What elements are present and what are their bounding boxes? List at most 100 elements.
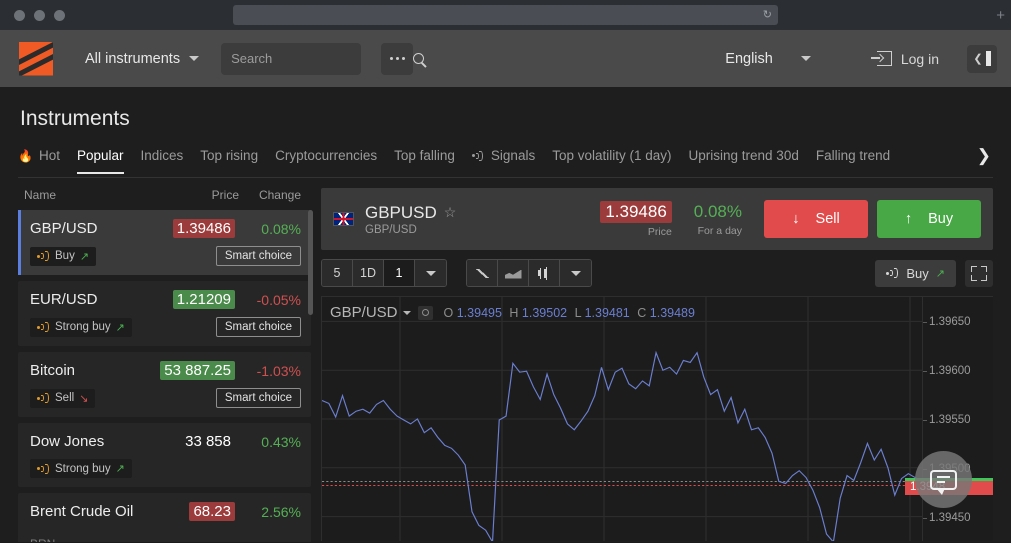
scrollbar-thumb[interactable] [308,210,313,315]
app-header: All instruments English Log in ❮ [0,30,1011,87]
favorite-star-icon[interactable]: ☆ [444,204,457,221]
tab-top-rising[interactable]: Top rising [200,148,275,174]
table-row[interactable]: Brent Crude Oil68.232.56%BRN [18,493,311,542]
fullscreen-icon[interactable] [965,260,993,287]
ohlc-key-h: H [509,306,518,320]
chart-panel: GBPUSD ☆ GBP/USD 1.39486 Price 0.08% For… [321,188,993,542]
area-chart-icon[interactable] [498,260,529,286]
search-box[interactable] [221,43,361,75]
brand-logo[interactable] [19,42,53,76]
tab-label: Signals [491,148,535,163]
tab-hot[interactable]: 🔥Hot [18,148,77,174]
reload-icon[interactable]: ↻ [763,10,772,21]
price-chart[interactable]: GBP/USD O 1.39495 H 1.39502 L 1.39481 C … [321,296,993,541]
chevron-down-icon [403,311,411,315]
signal-badge[interactable]: Buy↗ [30,247,96,266]
collapse-panel-icon[interactable]: ❮ [967,45,997,73]
signal-badge[interactable]: Sell↘ [30,389,95,408]
timeframe-button-5[interactable]: 5 [322,260,353,286]
arrow-up-icon: ↑ [905,211,912,227]
chart-type-more-button[interactable] [560,260,591,286]
chart-gridlines [322,297,922,541]
instrument-list-header: Name Price Change [18,188,311,210]
instrument-list-scrollbar[interactable] [308,210,313,520]
timeframe-more-button[interactable] [415,260,446,286]
eye-icon[interactable] [418,306,433,320]
quote-change: 0.08% [694,202,742,222]
tab-label: Cryptocurrencies [275,148,377,163]
tab-signals[interactable]: Signals [472,148,552,174]
language-label: English [725,51,773,67]
table-row[interactable]: EUR/USD1.21209-0.05%Strong buy↗Smart cho… [18,281,311,346]
price-series-line [322,353,922,541]
buy-button[interactable]: ↑ Buy [877,200,981,238]
chat-bubble-icon[interactable] [915,451,972,508]
timeframe-button-1d[interactable]: 1D [353,260,384,286]
signal-badge[interactable]: Strong buy↗ [30,318,132,337]
chart-ohlc-legend: GBP/USD O 1.39495 H 1.39502 L 1.39481 C … [330,304,695,321]
table-row[interactable]: GBP/USD1.394860.08%Buy↗Smart choice [18,210,311,275]
instrument-name: Brent Crude Oil [30,503,189,520]
tab-label: Top rising [200,148,258,163]
sell-button[interactable]: ↓ Sell [764,200,868,238]
login-button[interactable]: Log in [877,51,939,67]
tab-cryptocurrencies[interactable]: Cryptocurrencies [275,148,394,174]
chart-buy-signal-button[interactable]: Buy ↗ [875,260,956,287]
window-controls[interactable] [0,10,65,21]
y-axis-tick: 1.39650 [929,316,971,328]
ohlc-value-l: 1.39481 [585,306,630,320]
y-axis-tick: 1.39450 [929,512,971,524]
tab-falling-trend[interactable]: Falling trend [816,148,907,174]
tab-indices[interactable]: Indices [141,148,201,174]
chart-plot-area [322,297,922,541]
login-icon [877,51,892,66]
instrument-change: 2.56% [245,504,301,520]
timeframe-button-1[interactable]: 1 [384,260,415,286]
new-tab-icon[interactable]: + [996,8,1005,23]
signal-icon [472,150,485,161]
tab-label: Hot [39,148,60,163]
quote-header: GBPUSD ☆ GBP/USD 1.39486 Price 0.08% For… [321,188,993,250]
tab-uprising-trend-30d[interactable]: Uprising trend 30d [689,148,816,174]
smart-choice-button[interactable]: Smart choice [216,317,301,337]
quote-price-block: 1.39486 Price [600,201,671,238]
chart-type-group [466,259,592,287]
page-title: Instruments [18,87,993,145]
close-window-button[interactable] [14,10,25,21]
login-label: Log in [901,51,939,67]
ohlc-value-o: 1.39495 [457,306,502,320]
signal-badge[interactable]: Strong buy↗ [30,459,132,478]
search-icon[interactable] [413,53,424,64]
line-chart-icon[interactable] [467,260,498,286]
more-options-icon[interactable] [381,43,413,75]
signal-icon [37,251,50,262]
page-body: Instruments 🔥HotPopular IndicesTop rising… [0,87,1011,178]
chart-symbol-dropdown[interactable]: GBP/USD [330,304,411,321]
smart-choice-button[interactable]: Smart choice [216,246,301,266]
smart-choice-button[interactable]: Smart choice [216,388,301,408]
tab-popular[interactable]: Popular [77,148,141,174]
ohlc-values: O 1.39495 H 1.39502 L 1.39481 C 1.39489 [440,306,695,320]
signal-icon [886,268,899,279]
maximize-window-button[interactable] [54,10,65,21]
tabs-next-button[interactable]: ❯ [969,146,993,176]
browser-url-bar[interactable]: ↻ [233,5,778,25]
column-header-price: Price [165,188,239,202]
candlestick-chart-icon[interactable] [529,260,560,286]
uk-flag-icon [333,212,354,226]
tab-label: Top falling [394,148,455,163]
table-row[interactable]: Bitcoin53 887.25-1.03%Sell↘Smart choice [18,352,311,417]
signal-label: Sell [55,392,74,404]
tab-top-falling[interactable]: Top falling [394,148,472,174]
tab-label: Popular [77,148,124,163]
ohlc-value-h: 1.39502 [522,306,567,320]
table-row[interactable]: Dow Jones33 8580.43%Strong buy↗ [18,423,311,487]
instrument-price: 68.23 [189,502,235,521]
all-instruments-dropdown[interactable]: All instruments [85,51,199,67]
instrument-name: Dow Jones [30,433,181,450]
minimize-window-button[interactable] [34,10,45,21]
tab-top-volatility-1-day[interactable]: Top volatility (1 day) [552,148,688,174]
chart-buy-signal-label: Buy [906,266,928,281]
signal-label: Strong buy [55,321,111,333]
language-dropdown[interactable]: English [725,51,811,67]
